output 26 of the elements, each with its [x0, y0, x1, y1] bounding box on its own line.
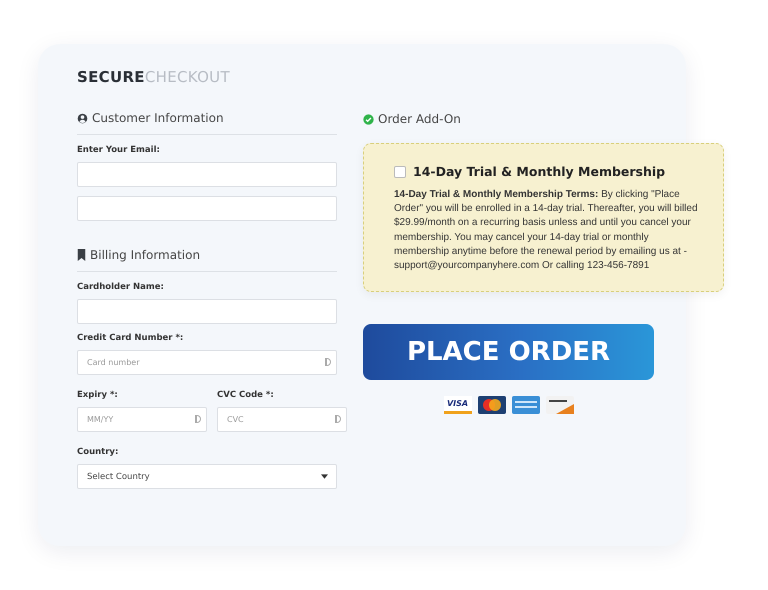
section-heading: Customer Information [92, 111, 224, 125]
user-icon [77, 112, 88, 124]
input-field[interactable]: MM/YY [77, 407, 207, 432]
bookmark-icon [77, 249, 86, 261]
country-select[interactable]: Select Country [77, 464, 337, 489]
check-circle-icon [363, 114, 374, 124]
amex-logo-icon [512, 396, 540, 414]
input-field[interactable]: Card number [77, 350, 337, 375]
input-field[interactable]: CVC [217, 407, 347, 432]
checkout-title: SECURECHECKOUT [77, 68, 231, 88]
field-label: Country: [77, 447, 120, 457]
field-label: Enter Your Email: [77, 145, 161, 155]
field-label: Expiry *: [77, 390, 119, 400]
place-order-button[interactable]: PLACE ORDER [363, 324, 654, 380]
field-label: CVC Code *: [217, 390, 275, 400]
section-heading: Billing Information [90, 248, 200, 262]
field-label: Cardholder Name: [77, 282, 165, 292]
visa-logo: VISA [444, 396, 472, 414]
field-label: Credit Card Number *: [77, 333, 184, 343]
checkbox[interactable] [394, 166, 406, 178]
terms-text: 14-Day Trial & Monthly Membership Terms: By clicking "Place Order" you will be enrolled in a 14-day trial. Thereafter, you will billed $29.99/month on a recurring basis unless and until you cancel your membership. You may cancel your 14-day trial or monthly membership anytime before the renewal period by emailing us at - support@yourcompanyhere.com Or calling 123-456-7891 [394, 188, 699, 274]
section-heading: Order Add-On [378, 112, 461, 126]
mastercard-logo-icon [478, 396, 506, 414]
dropdown-icon [321, 474, 328, 479]
discover-logo-icon [546, 396, 574, 414]
offer-title: 14-Day Trial & Monthly Membership [413, 164, 666, 179]
